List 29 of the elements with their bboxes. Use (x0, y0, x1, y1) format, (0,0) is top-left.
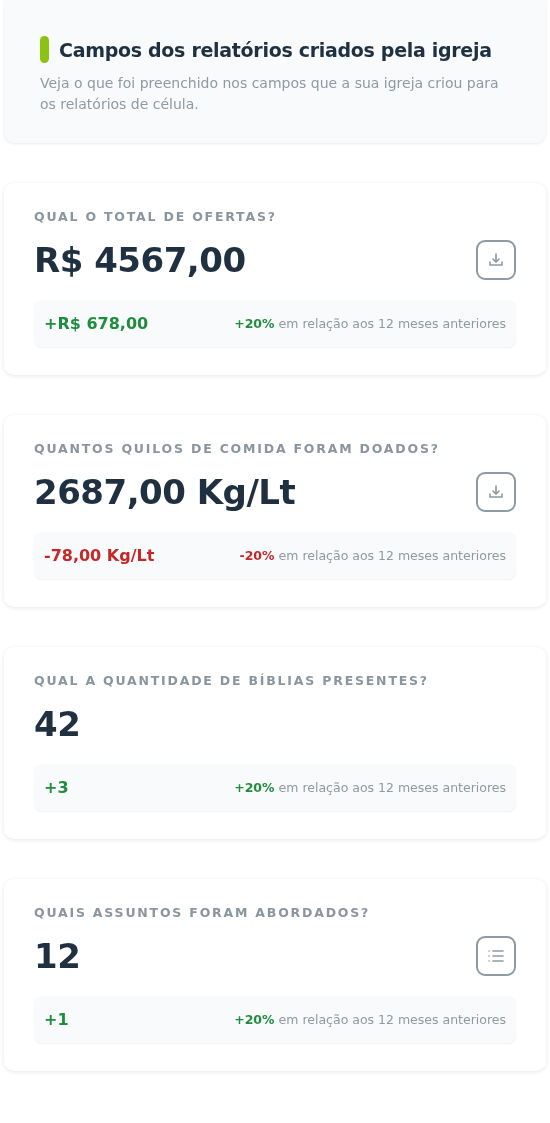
change-value: -78,00 Kg/Lt (44, 546, 155, 565)
comparison-text: em relação aos 12 meses anteriores (278, 1012, 506, 1027)
question-label: QUAIS ASSUNTOS FORAM ABORDADOS? (34, 905, 372, 920)
question-label: QUAL O TOTAL DE OFERTAS? (34, 209, 278, 224)
metric-value: 2687,00 Kg/Lt (34, 472, 296, 512)
change-value: +3 (44, 778, 69, 797)
percent-change: +20% (234, 780, 275, 795)
download-button[interactable] (476, 472, 516, 512)
comparison-text: em relação aos 12 meses anteriores (278, 780, 506, 795)
section-title: Campos dos relatórios criados pela igreja (59, 38, 492, 61)
percent-change: +20% (234, 316, 275, 331)
download-icon (488, 252, 504, 268)
download-button[interactable] (476, 240, 516, 280)
section-description: Veja o que foi preenchido nos campos que a sua igreja criou para os relatórios de célula. (40, 74, 500, 114)
percent-change: -20% (239, 548, 275, 563)
change-value: +1 (44, 1010, 69, 1029)
question-label: QUAL A QUANTIDADE DE BÍBLIAS PRESENTES? (34, 673, 430, 688)
percent-change: +20% (234, 1012, 275, 1027)
comparison-text: em relação aos 12 meses anteriores (278, 548, 506, 563)
accent-bar (40, 36, 49, 63)
list-icon (487, 949, 505, 963)
question-label: QUANTOS QUILOS DE COMIDA FORAM DOADOS? (34, 441, 441, 456)
change-value: +R$ 678,00 (44, 314, 149, 333)
metric-value: R$ 4567,00 (34, 240, 246, 280)
download-icon (488, 484, 504, 500)
comparison-text: em relação aos 12 meses anteriores (278, 316, 506, 331)
list-button[interactable] (476, 936, 516, 976)
metric-value: 12 (34, 936, 81, 976)
metric-value: 42 (34, 704, 81, 744)
